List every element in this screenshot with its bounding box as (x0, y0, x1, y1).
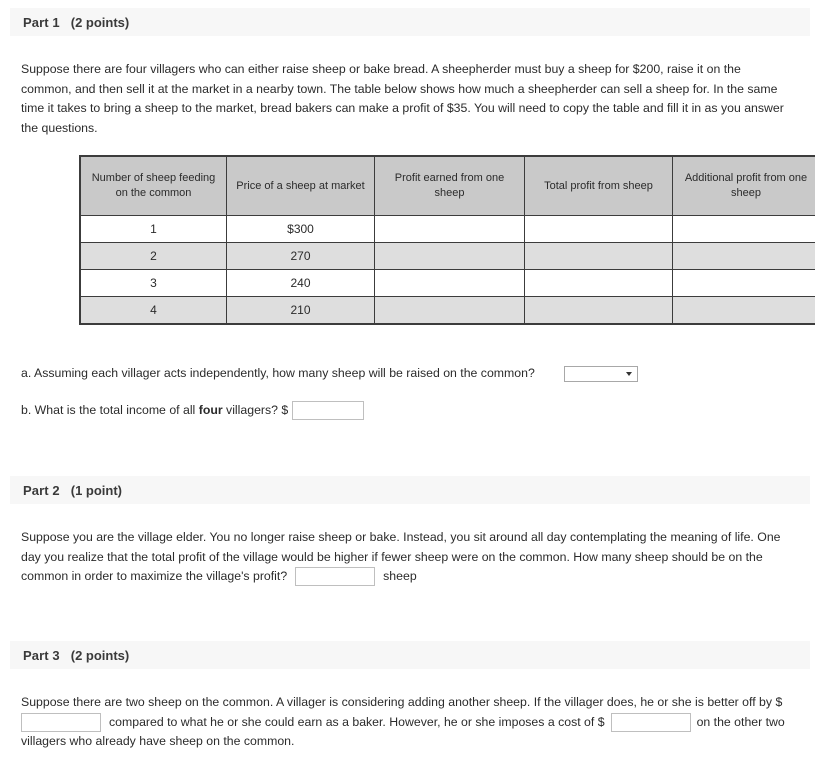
question-a-label: a. Assuming each villager acts independe… (21, 366, 535, 380)
part-2-points: (1 point) (70, 482, 122, 498)
better-off-amount-input[interactable] (21, 712, 101, 732)
worksheet-page: Part 1 (2 points) Suppose there are four… (0, 0, 815, 770)
cell-total-profit (524, 215, 673, 243)
table-header-row: Number of sheep feeding on the common Pr… (79, 155, 815, 216)
question-b-row: b. What is the total income of all four … (21, 401, 364, 421)
cell-profit-one-sheep (374, 215, 525, 243)
part-1-title: Part 1 (23, 14, 60, 30)
question-a-row: a. Assuming each villager acts independe… (21, 364, 638, 384)
question-b-label-before: b. What is the total income of all (21, 403, 199, 417)
total-income-input[interactable] (291, 401, 364, 421)
part-3-segment-2: compared to what he or she could earn as… (109, 714, 605, 729)
table-head: Number of sheep feeding on the common Pr… (79, 155, 815, 216)
cell-sheep-count: 2 (79, 242, 227, 270)
cell-additional-profit (672, 269, 815, 297)
sheep-profit-table: Number of sheep feeding on the common Pr… (79, 155, 815, 325)
table-header-cell-total-profit: Total profit from sheep (524, 155, 673, 216)
cell-additional-profit (672, 242, 815, 270)
cell-profit-one-sheep (374, 296, 525, 325)
cell-sheep-count: 1 (79, 215, 227, 243)
part-2-body-text: Suppose you are the village elder. You n… (21, 528, 793, 587)
part-2-title: Part 2 (23, 482, 60, 498)
table-row: 3 240 (79, 269, 815, 297)
cell-profit-one-sheep (374, 269, 525, 297)
cell-additional-profit (672, 296, 815, 325)
table-header-cell-additional-profit: Additional profit from one sheep (672, 155, 815, 216)
cell-price: 240 (226, 269, 375, 297)
part-2-body-after: sheep (383, 569, 417, 584)
part-1-body-text: Suppose there are four villagers who can… (21, 62, 784, 135)
table-row: 2 270 (79, 242, 815, 270)
part-1-points: (2 points) (70, 14, 130, 30)
chevron-down-icon (625, 371, 632, 376)
cell-additional-profit (672, 215, 815, 243)
part-3-body-text: Suppose there are two sheep on the commo… (21, 693, 793, 752)
cell-total-profit (524, 269, 673, 297)
cell-total-profit (524, 296, 673, 325)
part-1-header: Part 1 (2 points) (10, 8, 810, 36)
cell-sheep-count: 4 (79, 296, 227, 325)
sheep-count-select[interactable] (563, 365, 638, 382)
part-3-header: Part 3 (2 points) (10, 641, 810, 669)
cell-sheep-count: 3 (79, 269, 227, 297)
cell-price: 210 (226, 296, 375, 325)
table-row: 1 $300 (79, 215, 815, 243)
cell-total-profit (524, 242, 673, 270)
table-header-cell-sheep-count: Number of sheep feeding on the common (79, 155, 227, 216)
part-3-points: (2 points) (70, 647, 130, 663)
part-3-title: Part 3 (23, 647, 60, 663)
table-header-cell-profit-one-sheep: Profit earned from one sheep (374, 155, 525, 216)
table-body: 1 $300 2 270 3 240 4 210 (79, 215, 815, 325)
question-b-label-bold: four (198, 403, 223, 417)
cell-profit-one-sheep (374, 242, 525, 270)
cell-price: 270 (226, 242, 375, 270)
question-b-label-after: villagers? $ (222, 403, 289, 417)
cell-price: $300 (226, 215, 375, 243)
part-3-segment-1: Suppose there are two sheep on the commo… (21, 695, 783, 709)
table-header-cell-price: Price of a sheep at market (226, 155, 375, 216)
optimal-sheep-input[interactable] (295, 567, 376, 587)
part-2-header: Part 2 (1 point) (10, 476, 810, 504)
table-row: 4 210 (79, 296, 815, 325)
cost-imposed-input[interactable] (610, 712, 691, 732)
